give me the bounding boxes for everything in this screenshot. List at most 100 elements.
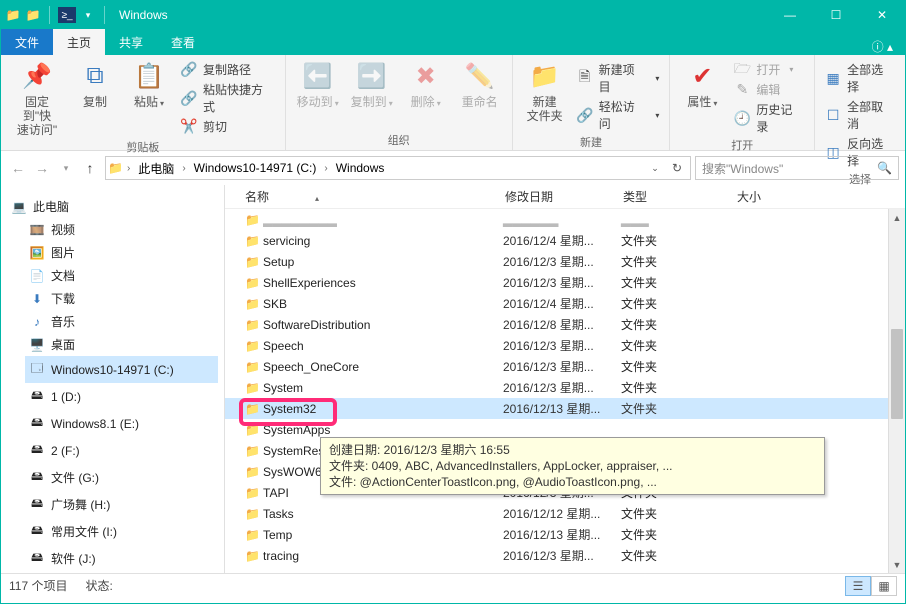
- open-button[interactable]: 🗁打开▾: [734, 61, 804, 78]
- tree-drive-g[interactable]: 🖴文件 (G:): [25, 464, 218, 491]
- history-button[interactable]: 🕘历史记录: [734, 101, 804, 135]
- pin-button[interactable]: 📌固定到"快速访问": [11, 59, 63, 137]
- tab-home[interactable]: 主页: [53, 29, 105, 55]
- col-name[interactable]: 名称▴: [245, 188, 505, 205]
- props-button[interactable]: ✔属性: [680, 59, 724, 111]
- view-details-button[interactable]: ☰: [845, 576, 871, 596]
- tree-drive-d[interactable]: 🖴1 (D:): [25, 383, 218, 410]
- qat-newfolder-icon[interactable]: 📁: [25, 7, 41, 23]
- addr-refresh[interactable]: ↻: [666, 161, 688, 175]
- drive-icon: 🗔: [29, 359, 45, 380]
- view-icons-button[interactable]: ▦: [871, 576, 897, 596]
- file-name: Setup: [263, 255, 503, 269]
- crumb-pc[interactable]: 此电脑: [134, 160, 178, 177]
- tree-cdrive[interactable]: 🗔Windows10-14971 (C:): [25, 356, 218, 383]
- table-row[interactable]: 📁servicing2016/12/4 星期...文件夹: [225, 230, 905, 251]
- tree-downloads[interactable]: ⬇下载: [25, 287, 218, 310]
- tree-desktop[interactable]: 🖥️桌面: [25, 333, 218, 356]
- file-date: 2016/12/3 星期...: [503, 253, 621, 270]
- chevron-icon[interactable]: ›: [127, 163, 130, 174]
- copyto-button[interactable]: ➡️复制到: [350, 59, 394, 111]
- drive-icon: 🖴: [29, 467, 45, 488]
- easyaccess-button[interactable]: 🔗轻松访问▾: [577, 98, 660, 132]
- tree-drive-j[interactable]: 🖴软件 (J:): [25, 545, 218, 572]
- scroll-thumb[interactable]: [891, 329, 903, 419]
- table-row[interactable]: 📁tracing2016/12/3 星期...文件夹: [225, 545, 905, 566]
- nav-tree[interactable]: 💻此电脑 🎞️视频 🖼️图片 📄文档 ⬇下载 ♪音乐 🖥️桌面 🗔Windows…: [1, 185, 225, 573]
- table-row[interactable]: 📁Setup2016/12/3 星期...文件夹: [225, 251, 905, 272]
- drive-icon: 🖴: [29, 494, 45, 515]
- close-button[interactable]: ✕: [859, 1, 905, 29]
- tree-drive-f[interactable]: 🖴2 (F:): [25, 437, 218, 464]
- history-icon: 🕘: [734, 110, 750, 126]
- copy-button[interactable]: ⧉复制: [73, 59, 117, 109]
- cut-button[interactable]: ✂️剪切: [181, 118, 275, 135]
- file-name: Speech_OneCore: [263, 360, 503, 374]
- copypath-icon: 🔗: [181, 62, 197, 78]
- minimize-button[interactable]: —: [767, 1, 813, 29]
- table-row[interactable]: 📁SoftwareDistribution2016/12/8 星期...文件夹: [225, 314, 905, 335]
- tree-drive-i[interactable]: 🖴常用文件 (I:): [25, 518, 218, 545]
- delete-button[interactable]: ✖删除: [404, 59, 448, 111]
- pastelnk-button[interactable]: 🔗粘贴快捷方式: [181, 81, 275, 115]
- address-bar[interactable]: 📁 › 此电脑 › Windows10-14971 (C:) › Windows…: [105, 156, 691, 180]
- qat-props-icon[interactable]: ≥_: [58, 7, 76, 23]
- drive-icon: 🖴: [29, 521, 45, 542]
- table-row[interactable]: 📁System322016/12/13 星期...文件夹: [225, 398, 905, 419]
- drive-icon: 🖴: [29, 440, 45, 461]
- tab-share[interactable]: 共享: [105, 29, 157, 55]
- copyto-icon: ➡️: [357, 59, 387, 93]
- table-row[interactable]: 📁ShellExperiences2016/12/3 星期...文件夹: [225, 272, 905, 293]
- newitem-button[interactable]: 🗎新建项目▾: [577, 61, 660, 95]
- tree-music[interactable]: ♪音乐: [25, 310, 218, 333]
- crumb-folder[interactable]: Windows: [332, 161, 389, 175]
- search-icon[interactable]: 🔍: [877, 161, 892, 175]
- table-row[interactable]: 📁Speech_OneCore2016/12/3 星期...文件夹: [225, 356, 905, 377]
- maximize-button[interactable]: ☐: [813, 1, 859, 29]
- scrollbar[interactable]: ▲ ▼: [888, 209, 905, 573]
- rename-icon: ✏️: [465, 59, 495, 93]
- tree-drive-e[interactable]: 🖴Windows8.1 (E:): [25, 410, 218, 437]
- chevron-icon[interactable]: ›: [182, 163, 185, 174]
- table-row[interactable]: 📁System2016/12/3 星期...文件夹: [225, 377, 905, 398]
- columns-header[interactable]: 名称▴ 修改日期 类型 大小: [225, 185, 905, 209]
- chevron-icon[interactable]: ›: [324, 163, 327, 174]
- edit-button[interactable]: ✎编辑: [734, 81, 804, 98]
- table-row[interactable]: 📁SKB2016/12/4 星期...文件夹: [225, 293, 905, 314]
- search-input[interactable]: 搜索"Windows" 🔍: [695, 156, 899, 180]
- table-row[interactable]: 📁▂▂▂▂▂▂▂▂▂▂▂▂▂▂▂▂▂: [225, 209, 905, 230]
- folder-icon: 📁: [245, 318, 263, 332]
- selectall-button[interactable]: ▦全部选择: [825, 61, 895, 95]
- crumb-drive[interactable]: Windows10-14971 (C:): [190, 161, 321, 175]
- tree-documents[interactable]: 📄文档: [25, 264, 218, 287]
- folder-icon: 📁: [245, 549, 263, 563]
- tab-file[interactable]: 文件: [1, 29, 53, 55]
- newfolder-button[interactable]: 📁新建文件夹: [523, 59, 567, 123]
- table-row[interactable]: 📁Tasks2016/12/12 星期...文件夹: [225, 503, 905, 524]
- qat-dropdown-icon[interactable]: ▾: [80, 7, 96, 23]
- tree-pc[interactable]: 💻此电脑: [7, 195, 218, 218]
- nav-up[interactable]: ↑: [79, 157, 101, 179]
- table-row[interactable]: 📁Speech2016/12/3 星期...文件夹: [225, 335, 905, 356]
- moveto-button[interactable]: ⬅️移动到: [296, 59, 340, 111]
- ribbon-help[interactable]: ⓘ ▴: [860, 38, 905, 55]
- col-size[interactable]: 大小: [737, 188, 797, 205]
- addr-dd[interactable]: ⌄: [644, 161, 666, 175]
- paste-button[interactable]: 📋粘贴: [127, 59, 171, 111]
- copypath-button[interactable]: 🔗复制路径: [181, 61, 275, 78]
- scroll-up[interactable]: ▲: [889, 209, 905, 226]
- col-type[interactable]: 类型: [623, 188, 737, 205]
- tab-view[interactable]: 查看: [157, 29, 209, 55]
- rename-button[interactable]: ✏️重命名: [458, 59, 502, 109]
- nav-forward[interactable]: →: [31, 157, 53, 179]
- scroll-down[interactable]: ▼: [889, 556, 905, 573]
- tree-videos[interactable]: 🎞️视频: [25, 218, 218, 241]
- file-type: 文件夹: [621, 232, 735, 249]
- col-date[interactable]: 修改日期: [505, 188, 623, 205]
- selectnone-button[interactable]: ☐全部取消: [825, 98, 895, 132]
- tree-drive-h[interactable]: 🖴广场舞 (H:): [25, 491, 218, 518]
- nav-back[interactable]: ←: [7, 157, 29, 179]
- table-row[interactable]: 📁Temp2016/12/13 星期...文件夹: [225, 524, 905, 545]
- nav-history-dd[interactable]: ▾: [55, 157, 77, 179]
- tree-pictures[interactable]: 🖼️图片: [25, 241, 218, 264]
